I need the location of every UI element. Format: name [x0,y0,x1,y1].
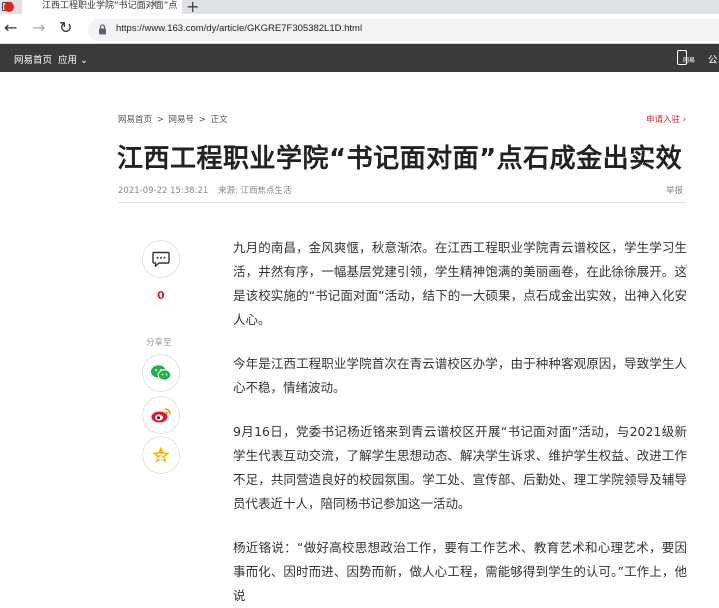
netease-favicon-icon [4,2,14,12]
comment-button[interactable] [142,240,180,278]
article-meta: 2021-09-22 15:38:21 来源: 江西焦点生活 [118,184,299,196]
article-paragraph: 9月16日，党委书记杨近铬来到青云谱校区开展“书记面对面”活动，与2021级新学… [233,424,687,511]
mobile-app-label[interactable]: 网易 [683,55,695,64]
breadcrumb: 网易首页 > 网易号 > 正文 [118,113,230,125]
reload-button[interactable]: ↻ [59,18,72,37]
nav-apps-menu[interactable]: 应用 ⌄ [58,52,88,66]
site-nav-bar [0,44,719,72]
browser-tab[interactable]: 江西工程职业学院“书记面对面”点 [22,0,182,14]
wechat-icon [151,365,172,381]
share-label: 分享至 [146,338,172,348]
comment-icon [152,251,170,267]
share-qzone-button[interactable] [142,436,180,474]
share-weibo-button[interactable] [142,396,180,434]
url-text[interactable]: https://www.163.com/dy/article/GKGRE7F30… [116,23,362,34]
lock-icon[interactable] [98,24,107,35]
share-wechat-button[interactable] [142,354,180,392]
register-link[interactable]: 申请入驻 › [646,113,686,125]
comment-count[interactable]: 0 [157,289,165,302]
nav-right-link[interactable]: 公 [708,52,718,66]
breadcrumb-separator: > [156,115,164,125]
back-button[interactable]: ← [4,18,17,37]
publish-date: 2021-09-22 15:38:21 [118,186,209,196]
breadcrumb-home[interactable]: 网易首页 [118,115,152,125]
report-link[interactable]: 举报 [666,184,683,196]
breadcrumb-netease-account[interactable]: 网易号 [169,115,195,125]
article-paragraph: 今年是江西工程职业学院首次在青云谱校区办学，由于种种客观原因，导致学生人心不稳，… [233,356,687,395]
breadcrumb-current: 正文 [210,115,228,125]
divider [118,202,686,203]
weibo-icon [151,408,171,423]
nav-home-link[interactable]: 网易首页 [14,52,52,66]
article-paragraph: 杨近铬说：“做好高校思想政治工作，要有工作艺术、教育艺术和心理艺术，要因事而化、… [233,540,687,603]
article-source[interactable]: 来源: 江西焦点生活 [218,186,292,196]
breadcrumb-separator: > [198,115,206,125]
article-title: 江西工程职业学院“书记面对面”点石成金出实效 [117,144,683,174]
article-paragraph: 九月的南昌，金风爽惬，秋意渐浓。在江西工程职业学院青云谱校区，学生学习生活，井然… [233,240,687,327]
forward-button[interactable]: → [32,18,45,37]
tab-close-button[interactable]: × [150,0,158,10]
qzone-icon [152,446,170,463]
